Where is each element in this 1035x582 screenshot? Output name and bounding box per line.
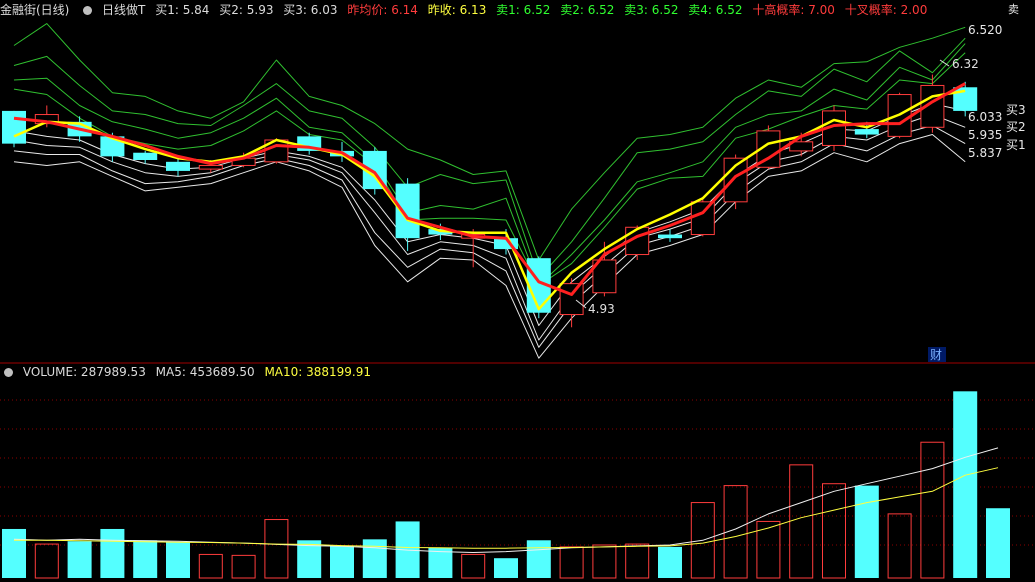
volume-header: VOLUME: 287989.53 MA5: 453689.50 MA10: 3…	[0, 362, 377, 382]
candle-body-21	[690, 201, 715, 236]
candle-body-5	[166, 161, 190, 171]
buy2-readout: 买2: 5.93	[219, 3, 274, 17]
candle-body-17	[559, 283, 584, 316]
volume-bar-4	[133, 540, 158, 578]
volume-bar-30	[986, 508, 1010, 578]
rate2-readout: 十叉概率: 2.00	[844, 3, 928, 17]
volume-bar-3	[100, 528, 125, 578]
volume-bar-18	[592, 544, 617, 579]
volume-bar-28	[920, 441, 945, 579]
volume-bar-8	[264, 519, 289, 579]
grid-lines	[0, 362, 1035, 546]
volume-bar-0	[2, 528, 26, 578]
candle-body-4	[133, 152, 158, 160]
ma5-readout: MA5: 453689.50	[155, 365, 255, 379]
kline-chart[interactable]: 6.32 4.93 6.520 卖 6.033 5.935 5.837 买3 买…	[0, 0, 1035, 582]
candle-body-29	[953, 87, 978, 111]
indicator-name[interactable]: 日线做T	[102, 3, 145, 17]
high-annotation-label: 6.32	[952, 57, 979, 71]
volume-bars	[2, 391, 1010, 579]
volume-bar-19	[625, 543, 650, 579]
volume-bar-25	[822, 483, 846, 579]
buy-band-4	[13, 134, 966, 359]
volume-bar-13	[428, 547, 453, 578]
sell4-readout: 卖4: 6.52	[688, 3, 743, 17]
buy3-readout: 买3: 6.03	[283, 3, 338, 17]
volume-bar-24	[789, 464, 814, 579]
candle-body-6	[198, 164, 223, 170]
sell-top-tag: 卖	[1008, 3, 1019, 16]
candle-body-20	[658, 234, 682, 239]
volume-bar-2	[67, 541, 92, 578]
indicator-menu-icon[interactable]	[83, 6, 93, 15]
volume-bar-16	[526, 540, 551, 578]
candle-body-0	[2, 110, 26, 144]
volume-bar-26	[854, 485, 879, 578]
sell3-readout: 卖3: 6.52	[624, 3, 679, 17]
stock-title[interactable]: 金融街(日线)	[0, 3, 69, 17]
volume-bar-15	[494, 558, 518, 578]
buy3-value: 6.033	[968, 110, 1002, 124]
volume-ma-lines	[13, 447, 999, 553]
buy2-tag: 买2	[1006, 120, 1026, 134]
sell1-readout: 卖1: 6.52	[496, 3, 551, 17]
volume-bar-7	[231, 554, 256, 579]
sell-top-value: 6.520	[968, 23, 1002, 37]
buy3-tag: 买3	[1006, 103, 1026, 117]
volume-bar-5	[166, 542, 190, 578]
volume-menu-icon[interactable]	[4, 368, 13, 377]
buy1-readout: 买1: 5.84	[155, 3, 210, 17]
volume-bar-11	[362, 539, 387, 578]
cai-badge[interactable]: 财	[928, 347, 946, 362]
buy1-tag: 买1	[1006, 138, 1026, 152]
prev-close-readout: 昨收: 6.13	[427, 3, 487, 17]
volume-bar-20	[658, 546, 682, 578]
volume-bar-17	[559, 546, 584, 579]
buy2-value: 5.935	[968, 128, 1002, 142]
volume-bar-6	[198, 553, 223, 579]
prev-avg-readout: 昨均价: 6.14	[347, 3, 418, 17]
volume-bar-27	[887, 513, 912, 579]
volume-readout: VOLUME: 287989.53	[22, 365, 146, 379]
volume-ma10-line	[14, 467, 999, 549]
volume-ma5-line	[13, 447, 999, 553]
rate1-readout: 十高概率: 7.00	[752, 3, 835, 17]
right-price-labels: 6.520 卖 6.033 5.935 5.837 买3 买2 买1	[968, 3, 1026, 160]
volume-bar-10	[330, 545, 354, 578]
volume-bar-29	[953, 391, 978, 578]
volume-bar-1	[34, 543, 59, 579]
volume-bar-14	[461, 553, 486, 579]
candle-body-26	[854, 129, 879, 135]
candlesticks	[2, 74, 978, 328]
ma10-readout: MA10: 388199.91	[264, 365, 372, 379]
low-annotation-label: 4.93	[588, 302, 615, 316]
cai-badge-label: 财	[930, 348, 942, 362]
sell2-readout: 卖2: 6.52	[560, 3, 615, 17]
buy1-value: 5.837	[968, 146, 1002, 160]
sell-band-3	[13, 43, 966, 286]
sell-band-4	[13, 52, 966, 286]
price-header: 金融街(日线) 日线做T 买1: 5.84 买2: 5.93 买3: 6.03 …	[0, 0, 933, 20]
